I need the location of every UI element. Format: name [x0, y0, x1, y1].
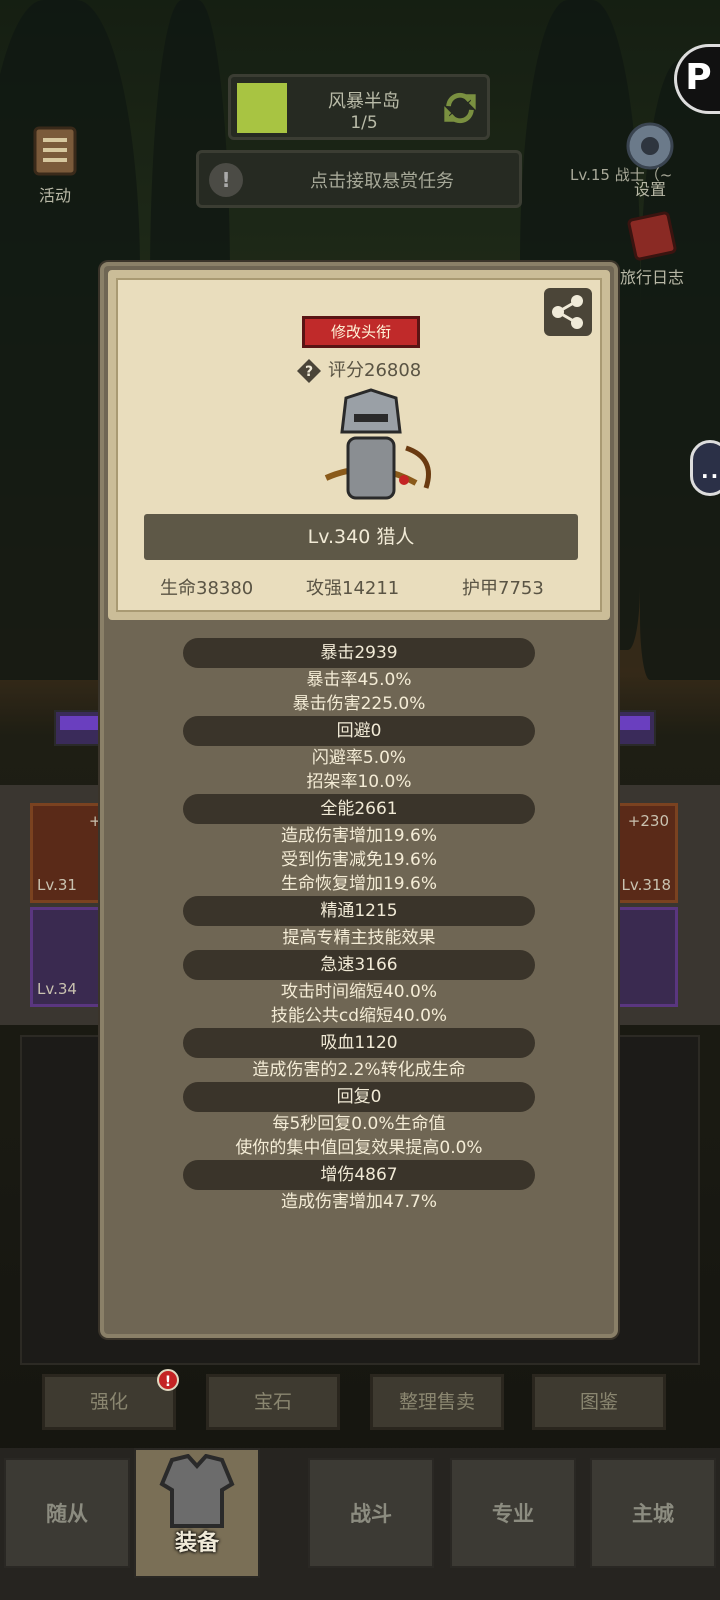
tab-label: 战斗: [350, 1502, 392, 1526]
region-progress: 1/5: [350, 113, 378, 133]
attr-damage-bonus-header: 增伤4867: [183, 1160, 535, 1190]
attr-line: 每5秒回复0.0%生命值: [272, 1114, 446, 1134]
tab-label: 专业: [492, 1502, 534, 1526]
character-avatar: [324, 388, 431, 500]
enhance-label: 强化: [89, 1391, 128, 1413]
attr-line: 造成伤害增加19.6%: [280, 826, 437, 846]
score-value: 评分26808: [328, 360, 422, 381]
attr-line: 造成伤害的2.2%转化成生命: [252, 1060, 466, 1080]
attr-line: 暴击率45.0%: [306, 670, 412, 690]
slot-level: Lv.318: [621, 876, 671, 894]
armor-stat: 护甲7753: [462, 578, 544, 599]
tab-followers[interactable]: 随从: [4, 1458, 130, 1568]
activity-button[interactable]: 活动: [20, 122, 90, 206]
gem-button[interactable]: 宝石: [206, 1374, 340, 1430]
armor-icon: [159, 1454, 235, 1528]
chat-icon: ··: [701, 464, 720, 488]
region-name: 风暴半岛: [328, 91, 400, 112]
change-title-button[interactable]: 修改头衔: [302, 316, 420, 348]
character-stats-modal: 修改头衔 ? 评分26808 Lv.340 猎人 生命38380 攻强14211…: [100, 262, 618, 1338]
attr-mastery-header: 精通1215: [183, 896, 535, 926]
attr-line: 招架率10.0%: [306, 772, 412, 792]
attr-line: 造成伤害增加47.7%: [280, 1192, 437, 1212]
activity-label: 活动: [38, 186, 71, 205]
region-color-swatch: [237, 83, 287, 133]
level-class-bar: Lv.340 猎人: [144, 514, 578, 560]
slot-level: Lv.31: [37, 876, 77, 894]
tab-profession[interactable]: 专业: [450, 1458, 576, 1568]
travel-log-label: 旅行日志: [619, 268, 684, 287]
attr-line: 攻击时间缩短40.0%: [280, 982, 437, 1002]
attr-haste-header: 急速3166: [183, 950, 535, 980]
attr-avoid-header: 回避0: [183, 716, 535, 746]
enhance-button[interactable]: 强化 !: [42, 1369, 179, 1430]
settings-button[interactable]: 设置: [600, 118, 700, 200]
help-icon[interactable]: ?: [296, 358, 322, 384]
sort-sell-button[interactable]: 整理售卖: [370, 1374, 504, 1430]
attr-line: 闪避率5.0%: [311, 748, 407, 768]
attr-line: 生命恢复增加19.6%: [280, 874, 437, 894]
attr-leech-header: 吸血1120: [183, 1028, 535, 1058]
attr-line: 技能公共cd缩短40.0%: [270, 1006, 448, 1026]
attr-crit-header: 暴击2939: [183, 638, 535, 668]
tab-label: 随从: [46, 1502, 88, 1526]
inventory-actions: 强化 ! 宝石 整理售卖 图鉴: [0, 1369, 720, 1430]
book-icon: [627, 211, 677, 261]
hp-stat: 生命38380: [160, 578, 254, 599]
gem-label: 宝石: [253, 1391, 292, 1413]
player-level-overlay: Lv.15 战士（~: [570, 166, 673, 184]
slot-enhance: +230: [627, 812, 669, 830]
attr-line: 暴击伤害225.0%: [292, 694, 426, 714]
attr-regen-header: 回复0: [183, 1082, 535, 1112]
svg-text:?: ?: [305, 364, 313, 380]
codex-button[interactable]: 图鉴: [532, 1374, 666, 1430]
scroll-icon: [33, 126, 77, 176]
attr-line: 提高专精主技能效果: [282, 928, 436, 948]
attr-versatility-header: 全能2661: [183, 794, 535, 824]
attr-line: 受到伤害减免19.6%: [280, 850, 437, 870]
tab-label: 主城: [632, 1502, 674, 1526]
tab-main-city[interactable]: 主城: [590, 1458, 716, 1568]
slot-level: Lv.34: [37, 980, 77, 998]
sort-sell-label: 整理售卖: [398, 1391, 475, 1413]
share-button[interactable]: [544, 288, 592, 336]
attribute-list: 暴击2939 暴击率45.0% 暴击伤害225.0% 回避0 闪避率5.0% 招…: [104, 638, 614, 1214]
tab-equipment[interactable]: 装备: [134, 1448, 260, 1578]
attr-line: 使你的集中值回复效果提高0.0%: [235, 1138, 483, 1158]
tab-battle[interactable]: 战斗: [308, 1458, 434, 1568]
bottom-tab-bar: 随从 装备 战斗 专业 主城: [0, 1448, 720, 1600]
share-icon: [552, 295, 583, 329]
score-row[interactable]: ? 评分26808: [296, 356, 421, 386]
chat-button[interactable]: ··: [690, 440, 720, 496]
character-card: 修改头衔 ? 评分26808 Lv.340 猎人 生命38380 攻强14211…: [108, 270, 610, 620]
bounty-quest-label: 点击接取悬赏任务: [310, 171, 454, 192]
travel-log-button[interactable]: 旅行日志: [610, 208, 694, 288]
region-panel[interactable]: 风暴半岛 1/5: [228, 74, 490, 140]
attack-stat: 攻强14211: [306, 578, 400, 599]
tab-label: 装备: [174, 1531, 219, 1556]
refresh-icon[interactable]: [441, 89, 479, 127]
bounty-quest-bar[interactable]: ! 点击接取悬赏任务: [196, 150, 522, 208]
alert-icon: !: [209, 163, 243, 197]
notification-badge: !: [157, 1369, 179, 1391]
codex-label: 图鉴: [579, 1391, 618, 1413]
